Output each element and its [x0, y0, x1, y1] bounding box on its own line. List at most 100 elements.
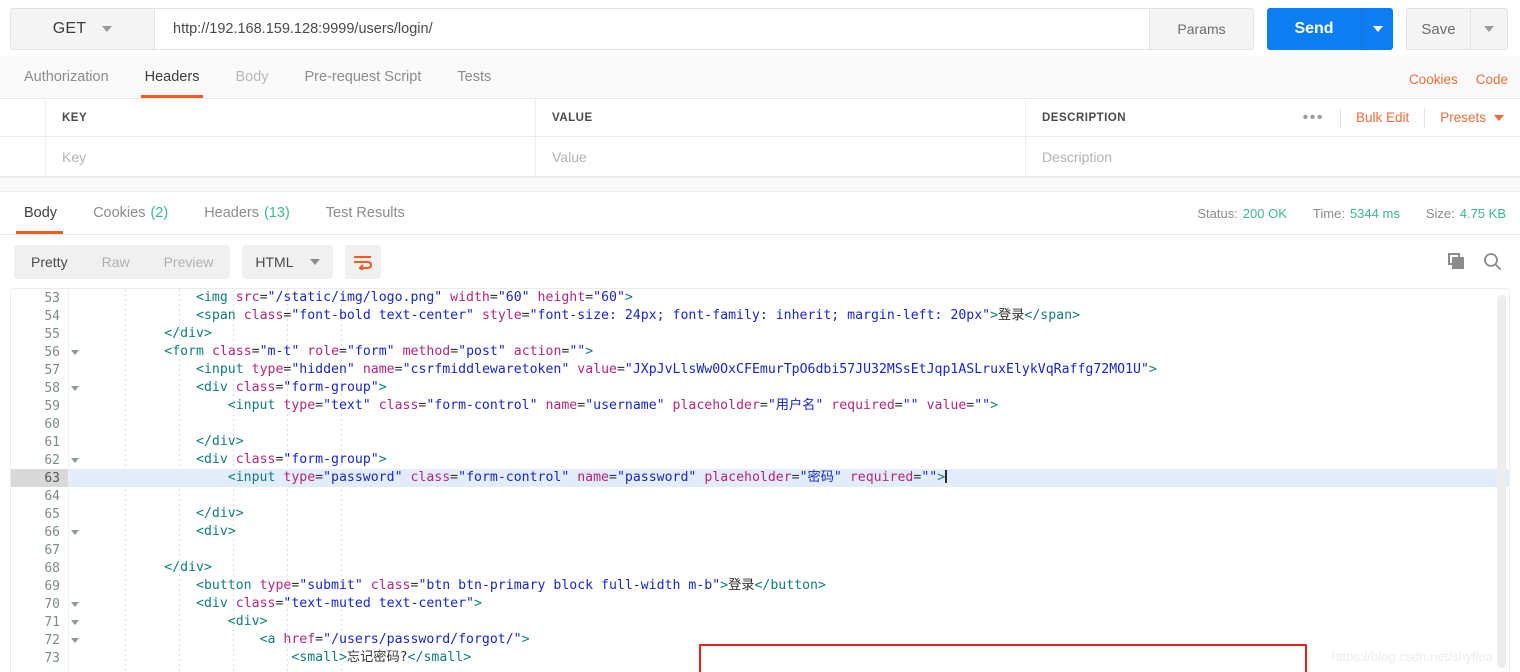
line-number: 62: [11, 451, 79, 469]
view-mode-raw[interactable]: Raw: [85, 245, 147, 279]
code-line: <div class="text-muted text-center">: [196, 596, 482, 611]
size-badge: Size: 4.75 KB: [1426, 206, 1506, 221]
http-method-label: GET: [52, 20, 87, 37]
line-number: 71: [11, 613, 79, 631]
code-line: <div class="form-group">: [196, 452, 387, 467]
send-label: Send: [1294, 20, 1334, 37]
tab-pre-request-script[interactable]: Pre-request Script: [287, 56, 440, 98]
code-line: <input type="hidden" name="csrfmiddlewar…: [196, 362, 1157, 377]
code-line: <small>忘记密码?</small>: [291, 650, 472, 665]
line-number: 56: [11, 343, 79, 361]
search-icon[interactable]: [1483, 252, 1502, 271]
column-label: DESCRIPTION: [1042, 111, 1127, 124]
vertical-scrollbar[interactable]: [1497, 295, 1506, 668]
row-checkbox[interactable]: [0, 137, 46, 177]
size-value: 4.75 KB: [1459, 205, 1506, 221]
code-lines: <img src="/static/img/logo.png" width="6…: [69, 289, 1509, 667]
table-row: Key Value Description: [0, 137, 1520, 177]
chevron-down-icon: [1494, 114, 1504, 121]
column-label: VALUE: [552, 111, 593, 124]
language-label: HTML: [255, 253, 294, 270]
copy-icon[interactable]: [1448, 253, 1465, 270]
header-description-input[interactable]: Description: [1026, 137, 1520, 177]
tab-label: Headers: [144, 69, 200, 85]
code-line: <input type="text" class="form-control" …: [227, 398, 999, 413]
tab-test-results[interactable]: Test Results: [308, 192, 423, 234]
code-link[interactable]: Code: [1476, 72, 1508, 87]
line-number-gutter: 53 54 55 56 57 58 59 60 61 62 63 64 65 66 67 68 69 70 71 72…: [11, 289, 79, 672]
placeholder-text: Key: [62, 148, 87, 165]
tab-tests[interactable]: Tests: [439, 56, 509, 98]
tab-response-body[interactable]: Body: [6, 192, 75, 234]
view-mode-preview[interactable]: Preview: [147, 245, 231, 279]
time-label: Time:: [1312, 205, 1345, 221]
code-content: <img src="/static/img/logo.png" width="6…: [69, 289, 1509, 672]
tab-label: Body: [235, 69, 269, 85]
word-wrap-toggle[interactable]: [344, 244, 381, 279]
send-options-button[interactable]: [1361, 8, 1393, 50]
code-line: <input type="password" class="form-contr…: [69, 469, 1509, 487]
column-label: KEY: [62, 111, 88, 124]
tab-label: Cookies: [93, 205, 146, 221]
params-button[interactable]: Params: [1149, 8, 1254, 50]
code-line: <span class="font-bold text-center" styl…: [196, 308, 1081, 323]
tab-authorization[interactable]: Authorization: [6, 56, 127, 98]
language-selector[interactable]: HTML: [242, 244, 333, 279]
line-number: 73: [44, 650, 60, 666]
tab-response-cookies[interactable]: Cookies (2): [75, 192, 186, 234]
line-number: 60: [44, 416, 60, 432]
tab-label: Body: [24, 205, 58, 221]
code-editor[interactable]: 53 54 55 56 57 58 59 60 61 62 63 64 65 66 67 68 69 70 71 72…: [11, 289, 1509, 672]
headers-table: KEY VALUE DESCRIPTION ••• Bulk Edit Pres…: [0, 99, 1520, 178]
line-number: 53: [44, 290, 60, 306]
tab-headers[interactable]: Headers: [127, 56, 218, 98]
table-actions: ••• Bulk Edit Presets: [1287, 99, 1506, 136]
line-number: 68: [44, 560, 60, 576]
presets-label: Presets: [1440, 110, 1486, 125]
request-links: Cookies Code: [1409, 72, 1508, 87]
bulk-edit-button[interactable]: Bulk Edit: [1341, 110, 1424, 125]
save-button[interactable]: Save: [1406, 8, 1470, 50]
response-view-toolbar: Pretty Raw Preview HTML: [0, 235, 1520, 288]
code-line: </div>: [164, 326, 212, 341]
postman-window: GET http://192.168.159.128:9999/users/lo…: [0, 0, 1520, 672]
header-value-input[interactable]: Value: [536, 137, 1026, 177]
line-number: 63: [11, 469, 68, 487]
chevron-down-icon: [309, 258, 320, 265]
presets-button[interactable]: Presets: [1425, 110, 1506, 125]
view-mode-pretty[interactable]: Pretty: [14, 245, 85, 279]
line-number: 67: [44, 542, 60, 558]
send-button[interactable]: Send: [1267, 8, 1361, 50]
cookies-link[interactable]: Cookies: [1409, 72, 1458, 87]
placeholder-text: Description: [1042, 148, 1113, 165]
line-number: 64: [44, 488, 60, 504]
line-number: 61: [44, 434, 60, 450]
watermark: https://blog.csdn.net/shyflea: [1331, 649, 1493, 664]
tab-response-headers[interactable]: Headers (13): [186, 192, 308, 234]
header-key-input[interactable]: Key: [46, 137, 536, 177]
save-button-group: Save: [1406, 8, 1508, 56]
url-input[interactable]: http://192.168.159.128:9999/users/login/: [154, 8, 1149, 50]
tab-body[interactable]: Body: [217, 56, 286, 98]
tab-label: Tests: [457, 69, 492, 85]
more-options-icon[interactable]: •••: [1287, 109, 1340, 126]
code-line: <form class="m-t" role="form" method="po…: [164, 344, 594, 359]
section-divider: [0, 178, 1520, 192]
column-header-description: DESCRIPTION ••• Bulk Edit Presets: [1026, 99, 1520, 137]
table-header-row: KEY VALUE DESCRIPTION ••• Bulk Edit Pres…: [0, 99, 1520, 137]
params-label: Params: [1177, 21, 1226, 37]
code-line: <div class="form-group">: [196, 380, 387, 395]
http-method-selector[interactable]: GET: [10, 8, 154, 50]
column-header-value: VALUE: [536, 99, 1026, 137]
line-number: 59: [44, 398, 60, 414]
code-line: </div>: [164, 560, 212, 575]
line-number: 65: [44, 506, 60, 522]
tab-label: Test Results: [325, 205, 405, 221]
url-text: http://192.168.159.128:9999/users/login/: [173, 21, 433, 37]
save-options-button[interactable]: [1470, 8, 1508, 50]
line-number: 54: [44, 308, 60, 324]
code-line: <div>: [196, 524, 236, 539]
chevron-down-icon: [1372, 26, 1383, 32]
response-meta: Status: 200 OK Time: 5344 ms Size: 4.75 KB: [1197, 192, 1506, 234]
